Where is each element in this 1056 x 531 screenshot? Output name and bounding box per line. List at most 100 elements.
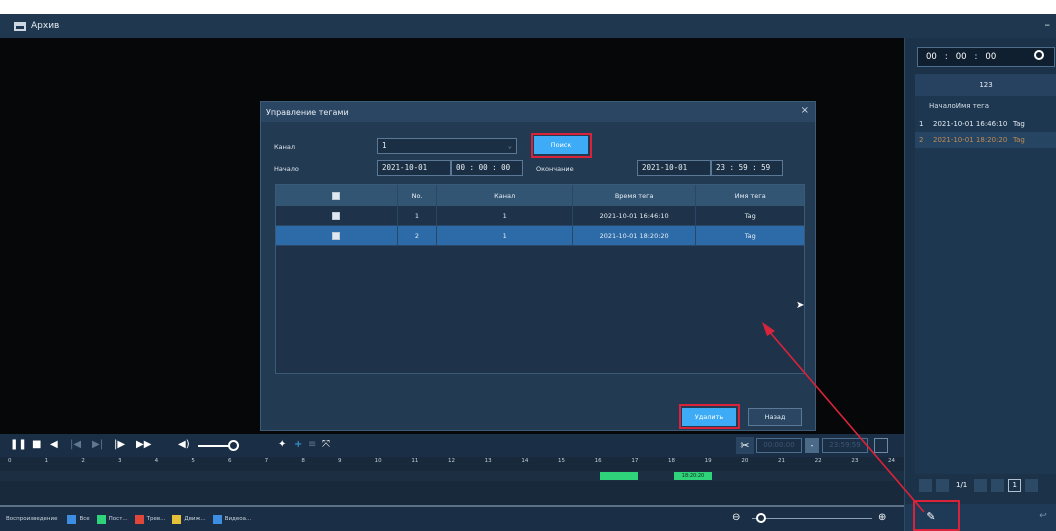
right-panel: 00 : 00 : 00 123 Начало Имя тега 1 2021-… [904, 38, 1056, 531]
next-frame-icon[interactable]: ▶| [92, 438, 103, 452]
back-button[interactable]: Назад [748, 408, 802, 426]
row-select[interactable] [276, 206, 398, 225]
tag-list-header: Начало Имя тега [915, 96, 1056, 116]
zoom-out-icon[interactable]: ⊖ [732, 512, 740, 523]
timeline-tick: 1 [44, 458, 49, 464]
header-select-all[interactable] [276, 185, 398, 206]
timeline-track[interactable] [0, 471, 904, 481]
prev-frame-icon[interactable]: |◀ [70, 438, 81, 452]
pause-icon[interactable]: ❚❚ [10, 438, 27, 452]
stop-icon[interactable]: ■ [32, 438, 41, 452]
minimize-button[interactable]: – [1045, 18, 1051, 31]
tag-group-label: 123 [915, 74, 1056, 96]
tag-list-row[interactable]: 2 2021-10-01 18:20:20 Tag [915, 132, 1056, 148]
legend-label: Движ... [184, 516, 206, 522]
time-hours: 00 [926, 52, 937, 62]
timeline-tick: 0 [8, 458, 12, 464]
mouse-cursor-icon: ➤ [796, 300, 805, 311]
legend-all[interactable]: Все [67, 514, 90, 524]
status-bar: Воспроизведение Все Пост... Трев... Движ… [0, 507, 904, 531]
close-icon[interactable]: × [801, 105, 809, 116]
timeline-tick: 16 [594, 458, 602, 464]
volume-icon[interactable]: ◀) [178, 438, 190, 452]
start-date-field[interactable]: 2021-10-01 [377, 160, 451, 176]
legend-motion[interactable]: Движ... [172, 514, 206, 524]
clip-icon[interactable]: ✂ [736, 437, 754, 454]
prev-page-button[interactable] [936, 478, 949, 492]
table-row[interactable]: 1 1 2021-10-01 16:46:10 Tag [276, 206, 804, 226]
step-icon[interactable]: |▶ [114, 438, 125, 452]
tag-list-row[interactable]: 1 2021-10-01 16:46:10 Tag [915, 116, 1056, 132]
return-icon[interactable]: ↩ [1035, 508, 1051, 524]
clip-start-field[interactable]: 00:00:00 [756, 438, 802, 453]
timeline-tick: 23 [851, 458, 859, 464]
page-input[interactable]: 1 [1008, 478, 1022, 492]
channel-label: Канал [274, 143, 295, 151]
row-checkbox[interactable] [332, 211, 341, 220]
timeline-tick: 12 [448, 458, 455, 464]
legend-alarm[interactable]: Трев... [134, 514, 165, 524]
channel-select[interactable]: 1 ⌄ [377, 138, 517, 154]
cell-tag: Tag [744, 211, 756, 220]
timeline-tick: 11 [411, 458, 419, 464]
timeline-tick: 5 [191, 458, 195, 464]
search-icon[interactable] [1034, 50, 1044, 60]
pin-icon[interactable]: ✦ [278, 438, 286, 452]
row-number: 1 [919, 120, 924, 128]
volume-knob[interactable] [228, 440, 239, 451]
row-start: 2021-10-01 16:46:10 [933, 120, 1008, 128]
start-time: 00 : 00 : 00 [456, 163, 511, 172]
table-row[interactable]: 2 1 2021-10-01 18:20:20 Tag [276, 226, 804, 246]
timeline-tick: 3 [118, 458, 122, 464]
header-channel: Канал [437, 185, 573, 206]
delete-button[interactable]: Удалить [682, 408, 736, 426]
time-sep: : [974, 52, 978, 62]
timeline-ruler: 0 1 2 3 4 5 6 7 8 9 10 11 12 13 14 15 16 17 18 19 20 21 22 23 24 [0, 457, 904, 471]
dialog-title-bar: Управление тегами × [261, 102, 815, 122]
row-checkbox[interactable] [332, 231, 341, 240]
header-tag-name: Имя тега [955, 102, 990, 110]
end-date-field[interactable]: 2021-10-01 [637, 160, 711, 176]
record-segment[interactable]: 18:20:20 [674, 472, 712, 480]
timeline-tick: 9 [338, 458, 342, 464]
record-segment[interactable] [600, 472, 638, 480]
end-time-field[interactable]: 23 : 59 : 59 [711, 160, 783, 176]
timeline-tick: 15 [558, 458, 565, 464]
time-seconds: 00 [985, 52, 997, 62]
clip-dash: - [805, 438, 819, 453]
timeline-tick: 6 [228, 458, 232, 464]
add-tag-icon[interactable]: + [294, 438, 302, 452]
fullscreen-icon[interactable]: ⤧ [322, 438, 330, 452]
timeline-tick: 13 [484, 458, 492, 464]
legend-swatch [96, 514, 106, 524]
row-number: 2 [919, 136, 924, 144]
fast-forward-icon[interactable]: ▶▶ [136, 438, 151, 452]
zoom-knob[interactable] [756, 513, 766, 523]
search-button[interactable]: Поиск [534, 136, 588, 154]
clip-end-field[interactable]: 23:59:59 [822, 438, 868, 453]
row-select[interactable] [276, 226, 398, 245]
select-all-checkbox[interactable] [332, 191, 341, 200]
first-page-button[interactable] [919, 478, 932, 492]
row-tag: Tag [1013, 120, 1025, 128]
legend-label: Все [79, 516, 90, 522]
legend-continuous[interactable]: Пост... [96, 514, 128, 524]
title-bar: Архив – [0, 14, 1056, 38]
zoom-in-icon[interactable]: ⊕ [878, 512, 886, 523]
go-page-button[interactable] [1025, 478, 1039, 492]
tag-edit-icon[interactable]: ≡ [308, 438, 316, 452]
save-icon[interactable] [874, 438, 888, 453]
start-time-field[interactable]: 00 : 00 : 00 [451, 160, 523, 176]
reverse-icon[interactable]: ◀ [50, 438, 58, 452]
row-tag: Tag [1013, 136, 1025, 144]
time-search-field[interactable]: 00 : 00 : 00 [917, 47, 1055, 67]
last-page-button[interactable] [991, 478, 1005, 492]
timeline[interactable]: 0 1 2 3 4 5 6 7 8 9 10 11 12 13 14 15 16 17 18 19 20 21 22 23 24… [0, 457, 904, 507]
next-page-button[interactable] [974, 478, 988, 492]
legend-label: Пост... [108, 516, 128, 522]
zoom-slider[interactable] [752, 518, 872, 519]
cell-channel: 1 [437, 226, 573, 245]
tag-manage-icon[interactable]: ✎ [920, 508, 942, 526]
legend-analytics[interactable]: Видеоа... [212, 514, 251, 524]
right-panel-toolbar: ✎ ↩ [905, 500, 1056, 531]
